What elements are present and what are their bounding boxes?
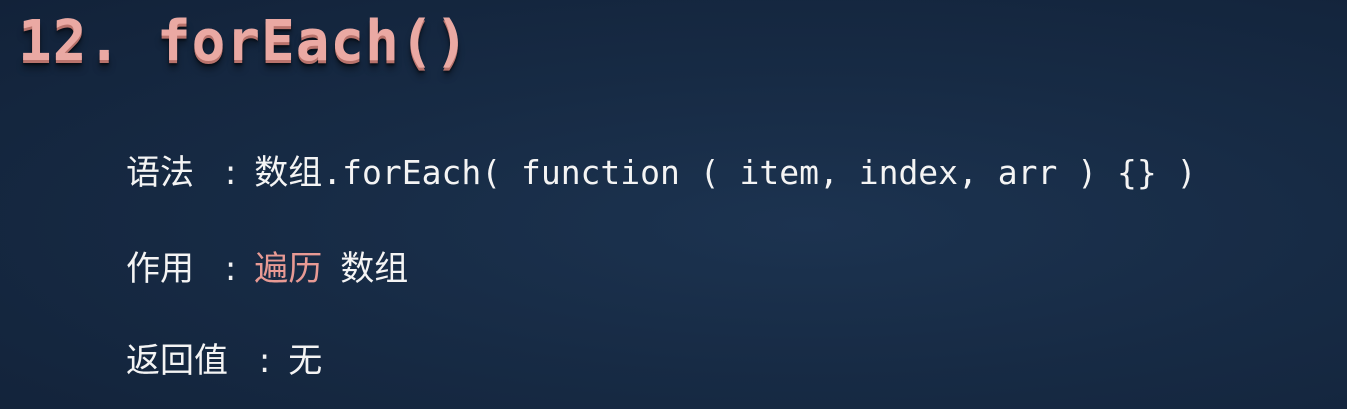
return-colon: :	[258, 341, 271, 381]
syntax-code: .forEach( function ( item, index, arr ) …	[322, 153, 1197, 192]
return-value: 无	[288, 341, 323, 381]
effect-highlight: 遍历	[254, 249, 323, 289]
return-row: 返回值 : 无	[126, 339, 322, 383]
return-label: 返回值	[126, 341, 228, 381]
slide-title: 12. forEach()	[18, 9, 470, 74]
effect-colon: :	[224, 249, 237, 289]
syntax-label: 语法	[126, 153, 194, 193]
syntax-row: 语法 : 数组.forEach( function ( item, index, …	[126, 151, 1196, 195]
effect-rest: 数组	[340, 249, 409, 289]
effect-label: 作用	[126, 249, 194, 289]
syntax-array-word: 数组	[254, 153, 323, 193]
syntax-colon: :	[224, 153, 237, 193]
effect-row: 作用 : 遍历 数组	[126, 247, 408, 291]
